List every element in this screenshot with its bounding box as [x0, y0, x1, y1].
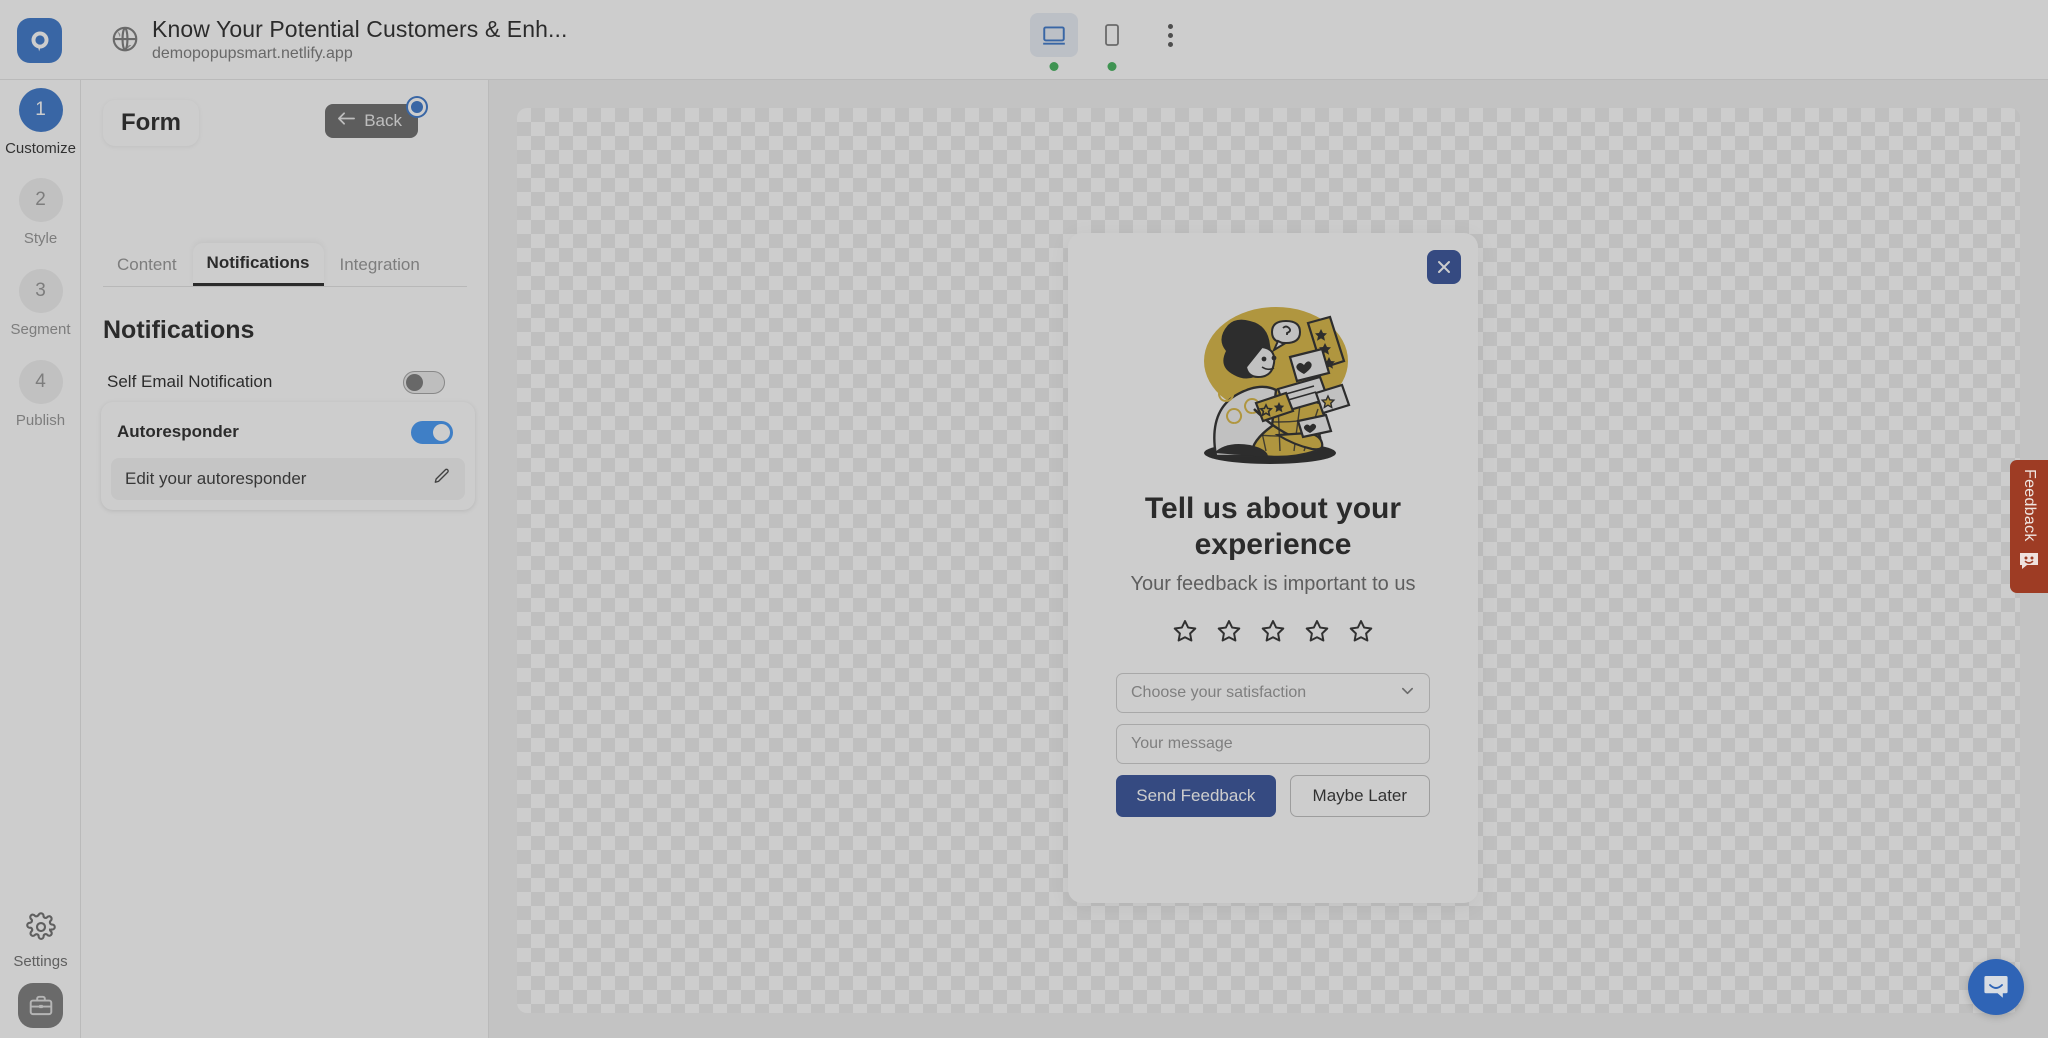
- feedback-tab-label: Feedback: [2021, 469, 2038, 542]
- maybe-later-button[interactable]: Maybe Later: [1289, 775, 1430, 817]
- three-dots-icon[interactable]: [1146, 13, 1194, 57]
- top-bar: Know Your Potential Customers & Enh... d…: [0, 0, 2048, 80]
- sidebar-item-publish[interactable]: 4 Publish: [0, 360, 81, 429]
- feedback-popup: Tell us about your experience Your feedb…: [1068, 233, 1478, 903]
- autoresponder-row: Autoresponder: [111, 410, 465, 454]
- satisfaction-select-placeholder: Choose your satisfaction: [1131, 684, 1307, 701]
- autoresponder-toggle[interactable]: [411, 420, 453, 444]
- desktop-preview-button[interactable]: [1030, 13, 1078, 71]
- autoresponder-label: Autoresponder: [117, 422, 239, 441]
- edit-autoresponder-button[interactable]: Edit your autoresponder: [111, 458, 465, 500]
- star-outline-icon[interactable]: [1348, 618, 1374, 649]
- mobile-status-dot: [1107, 62, 1117, 71]
- step-label: Segment: [10, 321, 71, 338]
- popup-actions: Send Feedback Maybe Later: [1116, 775, 1430, 817]
- step-number: 2: [18, 178, 63, 222]
- toggle-knob: [406, 373, 423, 391]
- briefcase-icon[interactable]: [18, 983, 63, 1028]
- section-title: Notifications: [103, 316, 255, 344]
- self-email-notification-toggle[interactable]: [403, 370, 445, 394]
- edit-autoresponder-label: Edit your autoresponder: [125, 469, 307, 488]
- back-button-label: Back: [364, 111, 402, 130]
- step-number: 1: [18, 88, 63, 132]
- device-preview-toggles: [1030, 13, 1194, 71]
- self-email-notification-label: Self Email Notification: [107, 372, 273, 391]
- sidebar-item-segment[interactable]: 3 Segment: [0, 269, 81, 338]
- panel-title-chip: Form: [103, 100, 199, 146]
- send-feedback-button[interactable]: Send Feedback: [1116, 775, 1276, 817]
- step-label: Publish: [15, 412, 66, 429]
- star-rating[interactable]: [1068, 618, 1478, 649]
- popup-heading: Tell us about your experience: [1144, 492, 1402, 561]
- star-outline-icon[interactable]: [1304, 618, 1330, 649]
- tab-content[interactable]: Content: [103, 243, 191, 286]
- popup-subheading: Your feedback is important to us: [1130, 573, 1416, 595]
- step-number: 3: [18, 269, 63, 313]
- satisfaction-select[interactable]: Choose your satisfaction: [1116, 673, 1430, 713]
- arrow-left-icon: [337, 111, 356, 131]
- sidebar-item-customize[interactable]: 1 Customize: [0, 88, 81, 157]
- chat-bubble-icon[interactable]: [1968, 959, 2024, 1015]
- mobile-preview-button[interactable]: [1088, 13, 1136, 71]
- star-outline-icon[interactable]: [1260, 618, 1286, 649]
- step-label: Customize: [5, 140, 76, 157]
- woman-with-feedback-basket-illustration: [1158, 281, 1388, 471]
- back-button[interactable]: Back: [325, 104, 418, 138]
- autoresponder-card: Autoresponder Edit your autoresponder: [101, 402, 475, 510]
- desktop-status-dot: [1049, 62, 1059, 71]
- tab-notifications[interactable]: Notifications: [192, 243, 324, 286]
- message-input[interactable]: Your message: [1116, 724, 1430, 764]
- step-label: Style: [23, 230, 58, 247]
- settings-panel: Form Back Content Notifications Integrat…: [81, 80, 489, 1038]
- star-outline-icon[interactable]: [1172, 618, 1198, 649]
- app-root: Know Your Potential Customers & Enh... d…: [0, 0, 2048, 1038]
- popupsmart-logo-icon[interactable]: [17, 18, 62, 63]
- step-number: 4: [18, 360, 63, 404]
- sidebar-item-style[interactable]: 2 Style: [0, 178, 81, 247]
- close-icon[interactable]: [1427, 250, 1461, 284]
- pencil-icon: [432, 467, 451, 491]
- back-button-badge: [408, 98, 426, 116]
- smiley-face-icon: [2018, 551, 2040, 576]
- globe-icon: [110, 24, 140, 54]
- step-rail: 1 Customize 2 Style 3 Segment 4 Publish …: [0, 80, 81, 1038]
- feedback-tab[interactable]: Feedback: [2010, 460, 2048, 593]
- tab-integration[interactable]: Integration: [326, 243, 434, 286]
- page-url: demopopupsmart.netlify.app: [152, 45, 353, 62]
- star-outline-icon[interactable]: [1216, 618, 1242, 649]
- settings-label: Settings: [13, 953, 68, 970]
- sidebar-item-settings[interactable]: Settings: [0, 912, 81, 970]
- self-email-notification-row: Self Email Notification: [103, 359, 467, 405]
- gear-icon: [25, 912, 56, 947]
- toggle-knob: [433, 423, 450, 441]
- chevron-down-icon: [1400, 683, 1415, 703]
- panel-tabs: Content Notifications Integration: [103, 243, 467, 287]
- message-input-placeholder: Your message: [1131, 735, 1233, 752]
- page-title: Know Your Potential Customers & Enh...: [152, 16, 568, 42]
